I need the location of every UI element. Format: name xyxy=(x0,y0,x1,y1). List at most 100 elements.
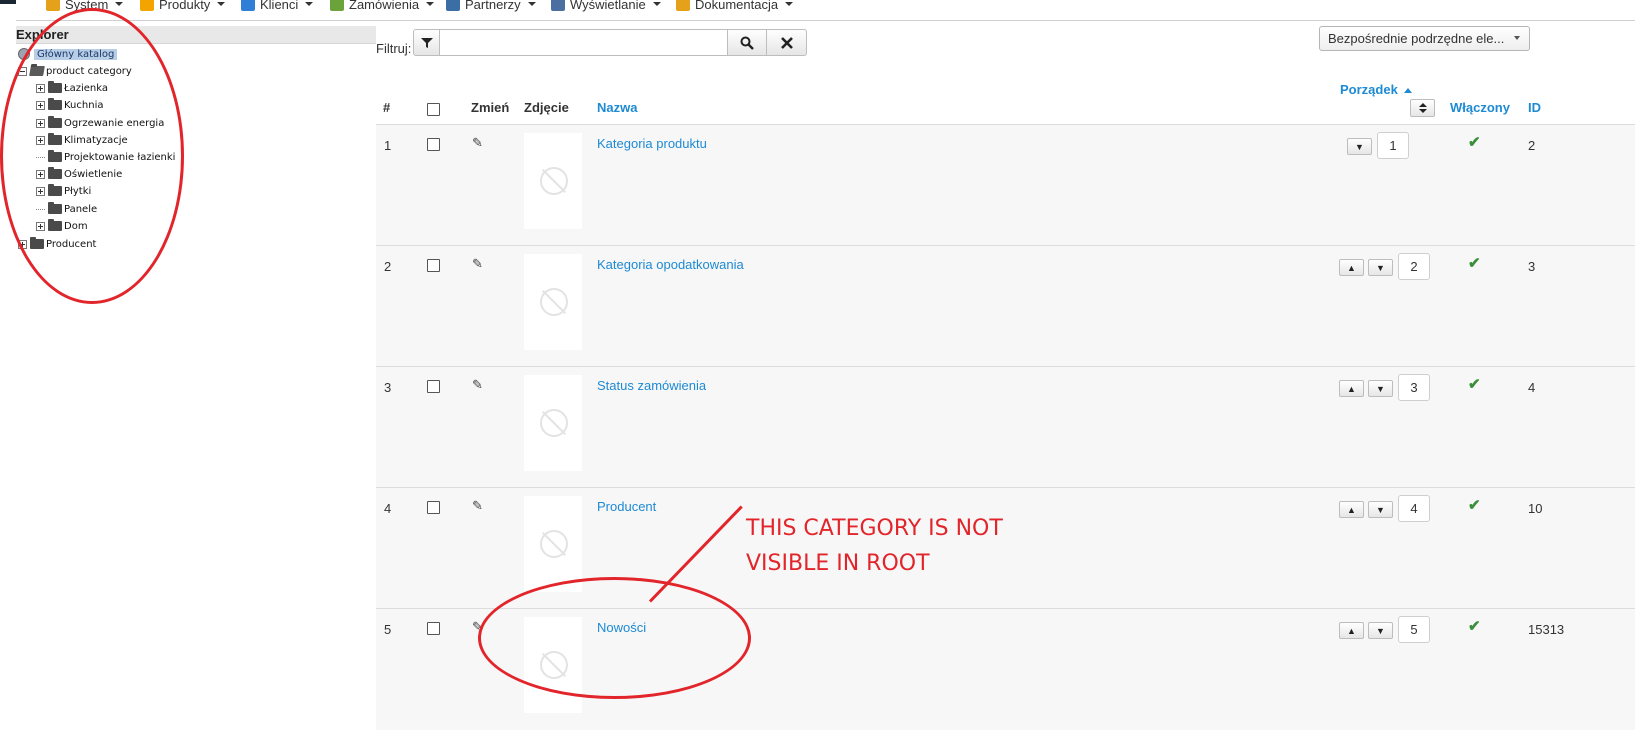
chevron-up-icon: ▲ xyxy=(1347,625,1356,636)
filter-label: Filtruj: xyxy=(376,41,412,56)
annotation-ellipse-row xyxy=(478,577,751,699)
move-up-button[interactable]: ▲ xyxy=(1339,380,1364,397)
category-name-link[interactable]: Status zamówienia xyxy=(597,378,706,393)
order-input[interactable]: 5 xyxy=(1398,616,1430,643)
row-id: 10 xyxy=(1528,501,1543,516)
header-order-label: Porządek xyxy=(1340,82,1398,97)
chevron-down-icon: ▼ xyxy=(1376,383,1385,394)
caret-down-icon xyxy=(217,2,226,6)
chevron-down-icon: ▼ xyxy=(1355,141,1364,152)
filter-input[interactable] xyxy=(440,29,727,56)
row-number: 4 xyxy=(384,501,392,516)
thumbnail xyxy=(524,375,582,471)
chevron-up-icon: ▲ xyxy=(1347,383,1356,394)
close-icon xyxy=(780,36,793,49)
filter-group xyxy=(413,29,807,56)
move-down-button[interactable]: ▼ xyxy=(1368,501,1393,518)
table-row: 1 ✎ Kategoria produktu ▼ 1 ✔ 2 xyxy=(376,125,1635,246)
filter-funnel-button[interactable] xyxy=(413,29,440,56)
row-id: 4 xyxy=(1528,380,1536,395)
caret-down-icon xyxy=(305,2,314,6)
annotation-text: THIS CATEGORY IS NOT VISIBLE IN ROOT xyxy=(746,511,1046,581)
row-number: 5 xyxy=(384,622,392,637)
menu-dokumentacja[interactable]: Dokumentacja xyxy=(676,0,794,14)
category-name-link[interactable]: Producent xyxy=(597,499,656,514)
header-edit: Zmień xyxy=(471,100,510,115)
category-name-link[interactable]: Kategoria opodatkowania xyxy=(597,257,744,272)
table-row: 2 ✎ Kategoria opodatkowania ▲ ▼ 2 ✔ 3 xyxy=(376,246,1635,367)
order-input[interactable]: 4 xyxy=(1398,495,1430,522)
move-up-button[interactable]: ▲ xyxy=(1339,622,1364,639)
row-id: 15313 xyxy=(1528,622,1565,637)
row-checkbox[interactable] xyxy=(427,622,440,635)
caret-down-icon xyxy=(527,2,536,6)
row-checkbox[interactable] xyxy=(427,138,440,151)
pencil-icon[interactable]: ✎ xyxy=(472,256,483,272)
annotation-line-1: THIS CATEGORY IS NOT xyxy=(746,516,1003,541)
table-row: 3 ✎ Status zamówienia ▲ ▼ 3 ✔ 4 xyxy=(376,367,1635,488)
pencil-icon[interactable]: ✎ xyxy=(472,377,483,393)
header-enabled[interactable]: Włączony xyxy=(1450,100,1510,115)
row-id: 2 xyxy=(1528,138,1536,153)
select-all-checkbox[interactable] xyxy=(427,103,440,116)
header-num: # xyxy=(383,100,391,115)
view-mode-select[interactable]: Bezpośrednie podrzędne ele... xyxy=(1319,26,1530,51)
menu-klienci[interactable]: Klienci xyxy=(241,0,314,14)
order-input[interactable]: 3 xyxy=(1398,374,1430,401)
chevron-down-icon xyxy=(1514,36,1520,40)
menu-label: Partnerzy xyxy=(465,0,521,12)
row-number: 3 xyxy=(384,380,392,395)
no-image-icon xyxy=(540,530,568,558)
header-id[interactable]: ID xyxy=(1528,100,1541,115)
no-image-icon xyxy=(540,167,568,195)
menu-produkty[interactable]: Produkty xyxy=(140,0,226,14)
menu-label: Produkty xyxy=(159,0,211,12)
caret-down-icon xyxy=(652,2,661,6)
move-down-button[interactable]: ▼ xyxy=(1347,138,1372,155)
view-mode-select-value: Bezpośrednie podrzędne ele... xyxy=(1328,31,1505,46)
box-icon xyxy=(140,0,154,11)
order-input[interactable]: 2 xyxy=(1398,253,1430,280)
order-input[interactable]: 1 xyxy=(1377,132,1409,159)
row-checkbox[interactable] xyxy=(427,380,440,393)
header-order[interactable]: Porządek xyxy=(1340,82,1413,97)
pencil-icon[interactable]: ✎ xyxy=(472,498,483,514)
thumbnail xyxy=(524,496,582,592)
row-number: 1 xyxy=(384,138,392,153)
row-checkbox[interactable] xyxy=(427,501,440,514)
docs-icon xyxy=(676,0,690,11)
order-save-button[interactable] xyxy=(1410,99,1435,117)
funnel-icon xyxy=(420,37,433,48)
thumbnail xyxy=(524,133,582,229)
menu-partnerzy[interactable]: Partnerzy xyxy=(446,0,536,14)
move-up-button[interactable]: ▲ xyxy=(1339,259,1364,276)
pencil-icon[interactable]: ✎ xyxy=(472,135,483,151)
sort-icon xyxy=(1418,103,1427,113)
category-name-link[interactable]: Kategoria produktu xyxy=(597,136,707,151)
enabled-check-icon[interactable]: ✔ xyxy=(1468,496,1481,514)
enabled-check-icon[interactable]: ✔ xyxy=(1468,617,1481,635)
enabled-check-icon[interactable]: ✔ xyxy=(1468,254,1481,272)
row-id: 3 xyxy=(1528,259,1536,274)
menu-zamowienia[interactable]: Zamówienia xyxy=(330,0,435,14)
menu-label: Klienci xyxy=(260,0,299,12)
menu-label: Wyświetlanie xyxy=(570,0,646,12)
menu-wyswietlanie[interactable]: Wyświetlanie xyxy=(551,0,661,14)
header-photo: Zdjęcie xyxy=(524,100,569,115)
search-button[interactable] xyxy=(727,29,767,56)
clear-filter-button[interactable] xyxy=(767,29,807,56)
move-down-button[interactable]: ▼ xyxy=(1368,259,1393,276)
caret-down-icon xyxy=(785,2,794,6)
chevron-up-icon: ▲ xyxy=(1347,262,1356,273)
row-checkbox[interactable] xyxy=(427,259,440,272)
partners-icon xyxy=(446,0,460,11)
enabled-check-icon[interactable]: ✔ xyxy=(1468,375,1481,393)
move-down-button[interactable]: ▼ xyxy=(1368,380,1393,397)
header-name[interactable]: Nazwa xyxy=(597,100,637,115)
menu-label: Dokumentacja xyxy=(695,0,779,12)
enabled-check-icon[interactable]: ✔ xyxy=(1468,133,1481,151)
row-number: 2 xyxy=(384,259,392,274)
move-down-button[interactable]: ▼ xyxy=(1368,622,1393,639)
chevron-up-icon: ▲ xyxy=(1347,504,1356,515)
move-up-button[interactable]: ▲ xyxy=(1339,501,1364,518)
